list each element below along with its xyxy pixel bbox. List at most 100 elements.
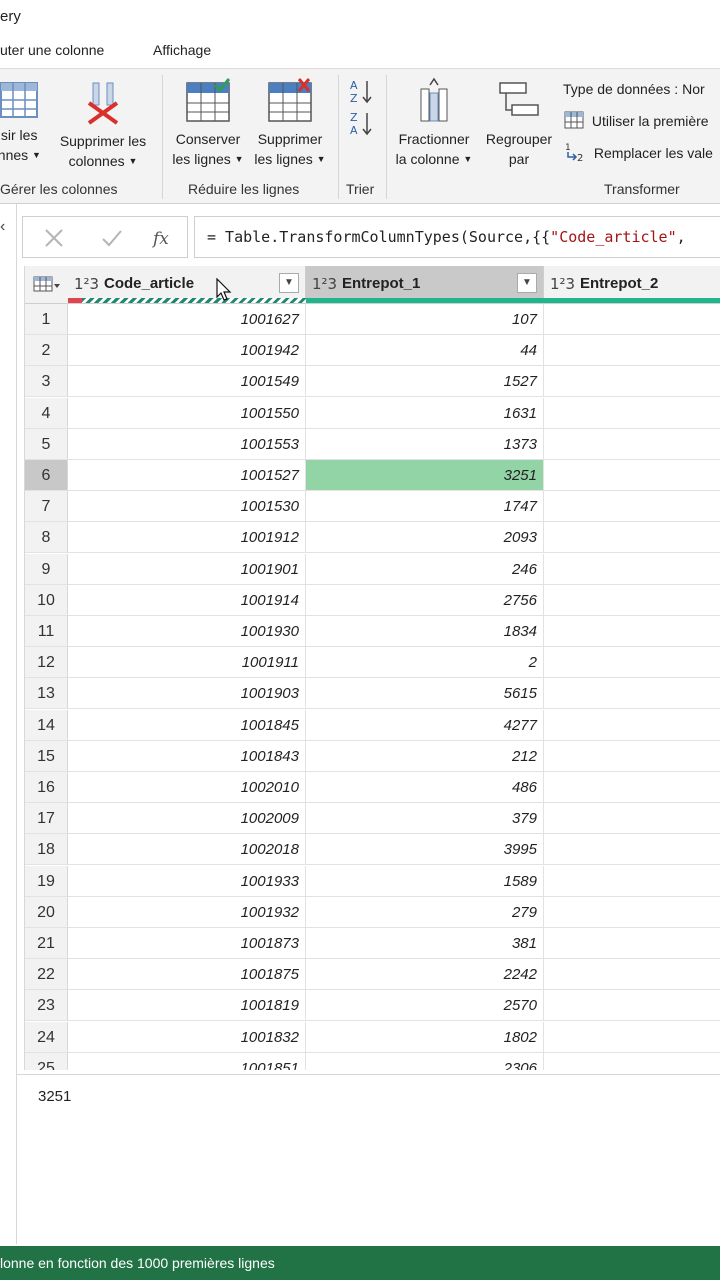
code-article-cell[interactable]: 1001903 (68, 678, 306, 710)
row-number[interactable]: 25 (25, 1052, 68, 1070)
code-article-cell[interactable]: 1001873 (68, 928, 306, 959)
table-row[interactable]: 11 1001930 1834 (25, 616, 720, 647)
row-number[interactable]: 9 (25, 553, 68, 585)
entrepot-2-cell[interactable] (544, 616, 720, 647)
entrepot-1-cell[interactable]: 1589 (306, 865, 544, 897)
table-row[interactable]: 12 1001911 2 (25, 647, 720, 679)
table-row[interactable]: 10 1001914 2756 (25, 584, 720, 616)
row-number[interactable]: 15 (25, 740, 68, 772)
row-number[interactable]: 6 (25, 460, 68, 491)
code-article-cell[interactable]: 1001530 (68, 491, 306, 523)
row-number[interactable]: 16 (25, 772, 68, 803)
tab-add-column[interactable]: uter une colonne (0, 42, 104, 58)
entrepot-1-cell[interactable]: 2242 (306, 959, 544, 991)
code-article-cell[interactable]: 1002009 (68, 803, 306, 835)
replace-values-button[interactable]: 1 2 Remplacer les vale (564, 141, 713, 164)
keep-rows-button[interactable]: Conserver les lignes ▼ (168, 77, 248, 169)
row-number[interactable]: 2 (25, 335, 68, 367)
code-article-cell[interactable]: 1001875 (68, 959, 306, 991)
row-number[interactable]: 7 (25, 491, 68, 523)
whole-number-type-icon[interactable]: 1²3 (550, 275, 575, 293)
use-first-row-button[interactable]: Utiliser la première (564, 111, 709, 129)
table-row[interactable]: 3 1001549 1527 (25, 366, 720, 398)
table-row[interactable]: 2 1001942 44 (25, 335, 720, 367)
row-number[interactable]: 1 (25, 304, 68, 335)
table-row[interactable]: 4 1001550 1631 (25, 397, 720, 429)
entrepot-1-cell[interactable]: 379 (306, 803, 544, 835)
row-number[interactable]: 23 (25, 990, 68, 1022)
row-number[interactable]: 10 (25, 584, 68, 616)
row-number[interactable]: 20 (25, 896, 68, 928)
code-article-cell[interactable]: 1001901 (68, 553, 306, 585)
row-number[interactable]: 14 (25, 709, 68, 741)
code-article-cell[interactable]: 1001550 (68, 397, 306, 429)
table-row[interactable]: 9 1001901 246 (25, 553, 720, 585)
entrepot-1-cell[interactable]: 279 (306, 896, 544, 928)
entrepot-1-cell[interactable]: 2 (306, 647, 544, 679)
row-number[interactable]: 18 (25, 834, 68, 866)
entrepot-1-cell[interactable]: 5615 (306, 678, 544, 710)
table-row[interactable]: 18 1002018 3995 (25, 834, 720, 866)
entrepot-1-cell[interactable]: 44 (306, 335, 544, 367)
entrepot-2-cell[interactable] (544, 429, 720, 460)
entrepot-2-cell[interactable] (544, 928, 720, 959)
entrepot-2-cell[interactable] (544, 1022, 720, 1053)
row-number[interactable]: 21 (25, 928, 68, 959)
code-article-cell[interactable]: 1001832 (68, 1021, 306, 1053)
table-row[interactable]: 6 1001527 3251 (25, 460, 720, 491)
entrepot-1-cell[interactable]: 2570 (306, 990, 544, 1022)
row-number[interactable]: 4 (25, 397, 68, 429)
table-row[interactable]: 8 1001912 2093 (25, 522, 720, 554)
row-number[interactable]: 17 (25, 803, 68, 835)
sort-ascending-button[interactable]: A Z (346, 77, 376, 110)
column-header-entrepot-2[interactable]: 1²3 Entrepot_2 (544, 266, 720, 304)
row-number[interactable]: 12 (25, 647, 68, 679)
table-row[interactable]: 5 1001553 1373 (25, 428, 720, 460)
entrepot-1-cell[interactable]: 1802 (306, 1021, 544, 1053)
code-article-cell[interactable]: 1002010 (68, 772, 306, 803)
row-number[interactable]: 3 (25, 366, 68, 398)
entrepot-1-cell[interactable]: 381 (306, 928, 544, 959)
entrepot-1-cell[interactable]: 212 (306, 740, 544, 772)
code-article-cell[interactable]: 1001932 (68, 896, 306, 928)
row-number[interactable]: 8 (25, 522, 68, 554)
code-article-cell[interactable]: 1001912 (68, 522, 306, 554)
entrepot-1-cell[interactable]: 107 (306, 304, 544, 335)
entrepot-2-cell[interactable] (544, 803, 720, 835)
choose-columns-button[interactable]: oisir les onnes ▼ (0, 81, 48, 165)
table-row[interactable]: 1 1001627 107 (25, 304, 720, 335)
table-row[interactable]: 14 1001845 4277 (25, 709, 720, 741)
cancel-icon[interactable] (43, 227, 65, 249)
entrepot-2-cell[interactable] (544, 834, 720, 866)
entrepot-2-cell[interactable] (544, 647, 720, 679)
formula-input[interactable]: = Table.TransformColumnTypes(Source,{{"C… (194, 216, 720, 258)
split-column-button[interactable]: Fractionner la colonne ▼ (392, 77, 476, 169)
row-number[interactable]: 19 (25, 865, 68, 897)
entrepot-2-cell[interactable] (544, 678, 720, 710)
code-article-cell[interactable]: 1002018 (68, 834, 306, 866)
entrepot-2-cell[interactable] (544, 866, 720, 897)
code-article-cell[interactable]: 1001933 (68, 865, 306, 897)
table-row[interactable]: 7 1001530 1747 (25, 491, 720, 523)
entrepot-1-cell[interactable]: 1373 (306, 428, 544, 460)
commit-check-icon[interactable] (101, 227, 123, 249)
entrepot-1-cell[interactable]: 2306 (306, 1052, 544, 1070)
group-by-button[interactable]: Regrouper par (480, 77, 558, 169)
entrepot-1-cell[interactable]: 1747 (306, 491, 544, 523)
entrepot-2-cell[interactable] (544, 335, 720, 367)
entrepot-2-cell[interactable] (544, 460, 720, 491)
sort-descending-button[interactable]: Z A (346, 109, 376, 142)
table-row[interactable]: 23 1001819 2570 (25, 990, 720, 1022)
entrepot-2-cell[interactable] (544, 897, 720, 928)
remove-columns-button[interactable]: Supprimer les colonnes ▼ (54, 81, 152, 171)
entrepot-2-cell[interactable] (544, 522, 720, 554)
row-number[interactable]: 5 (25, 428, 68, 460)
entrepot-2-cell[interactable] (544, 710, 720, 741)
code-article-cell[interactable]: 1001930 (68, 616, 306, 647)
column-header-code-article[interactable]: 1²3 Code_article ▼ (68, 266, 306, 304)
entrepot-2-cell[interactable] (544, 1053, 720, 1070)
entrepot-2-cell[interactable] (544, 491, 720, 523)
row-number[interactable]: 13 (25, 678, 68, 710)
table-row[interactable]: 19 1001933 1589 (25, 865, 720, 897)
entrepot-2-cell[interactable] (544, 398, 720, 429)
